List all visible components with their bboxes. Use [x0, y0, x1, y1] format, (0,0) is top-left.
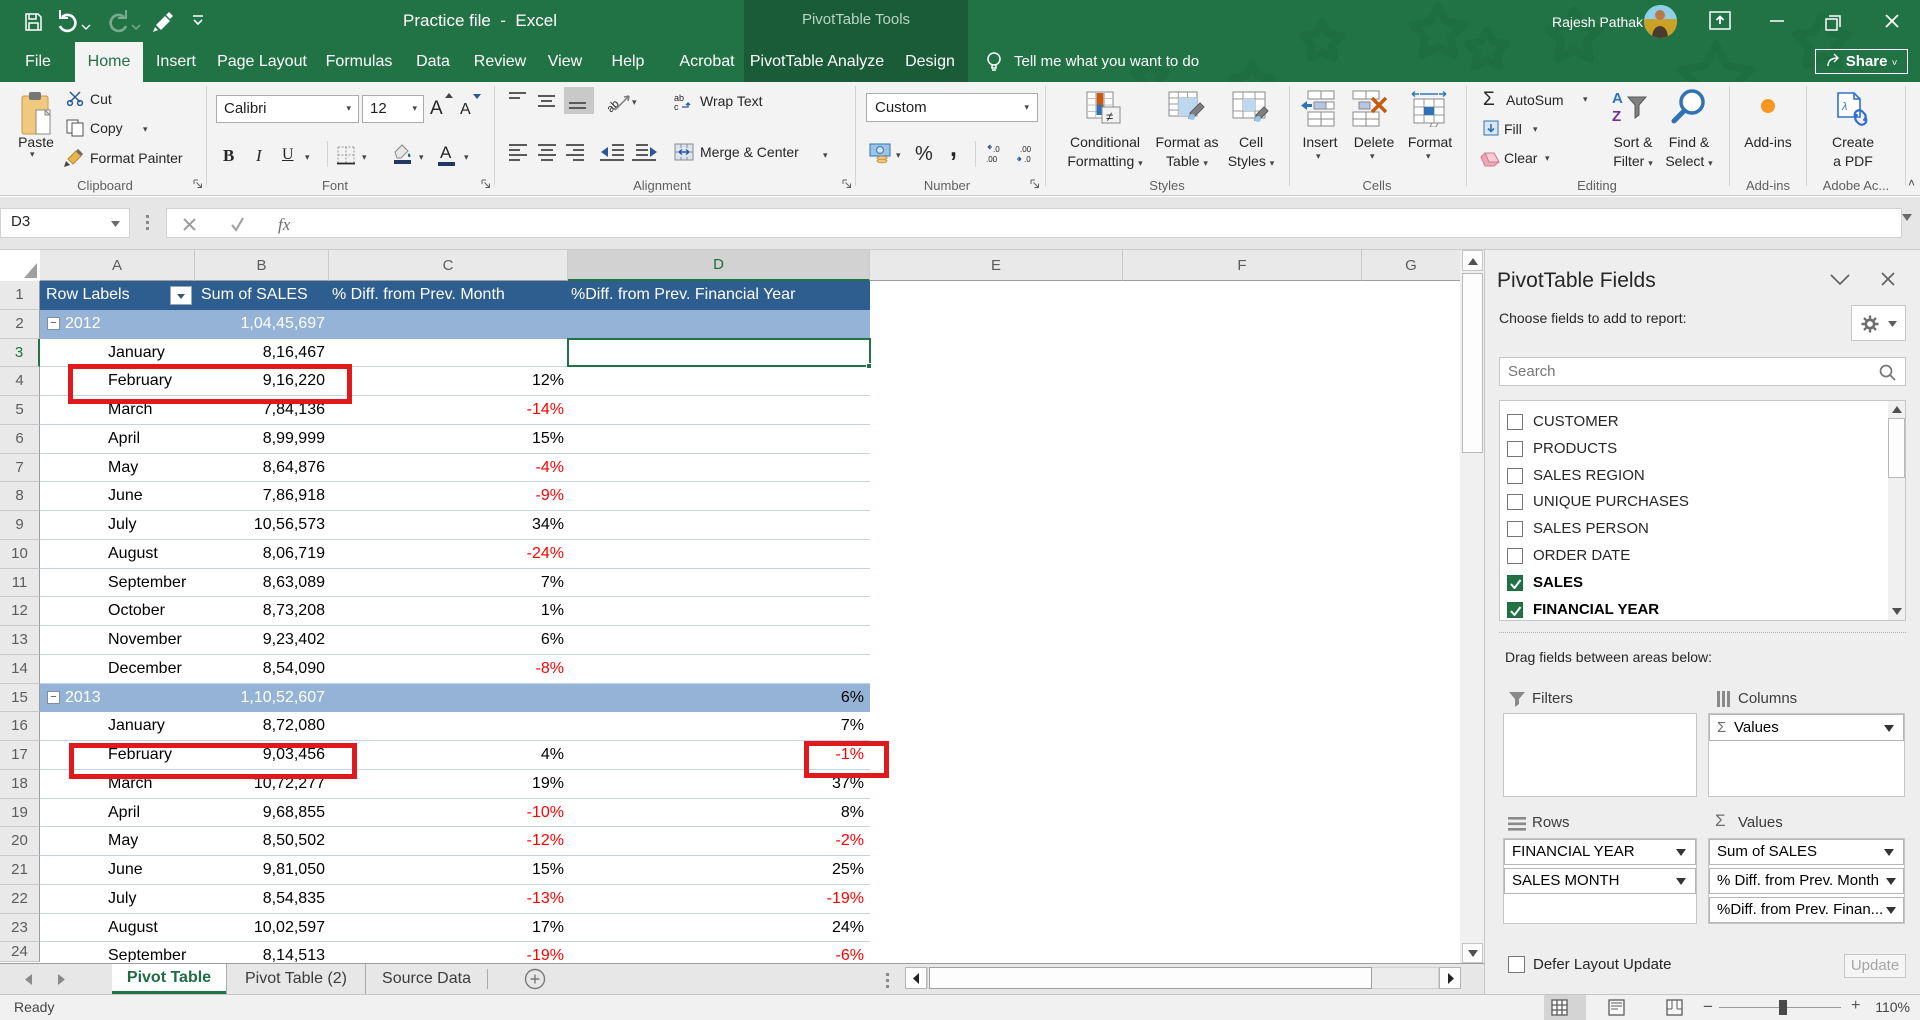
svg-text:≠: ≠ — [1106, 109, 1113, 124]
svg-text:Z: Z — [1612, 108, 1621, 125]
svg-text:.0: .0 — [993, 145, 1000, 154]
svg-text:A: A — [1612, 90, 1623, 107]
svg-text:λ: λ — [1841, 101, 1847, 113]
svg-text:c: c — [674, 102, 679, 111]
svg-text:.00: .00 — [986, 155, 998, 164]
svg-text:A: A — [430, 98, 443, 118]
svg-text:.00: .00 — [1020, 145, 1032, 154]
svg-text:fx: fx — [278, 215, 291, 234]
svg-text:.0: .0 — [1024, 155, 1031, 164]
svg-text:A: A — [460, 101, 471, 118]
